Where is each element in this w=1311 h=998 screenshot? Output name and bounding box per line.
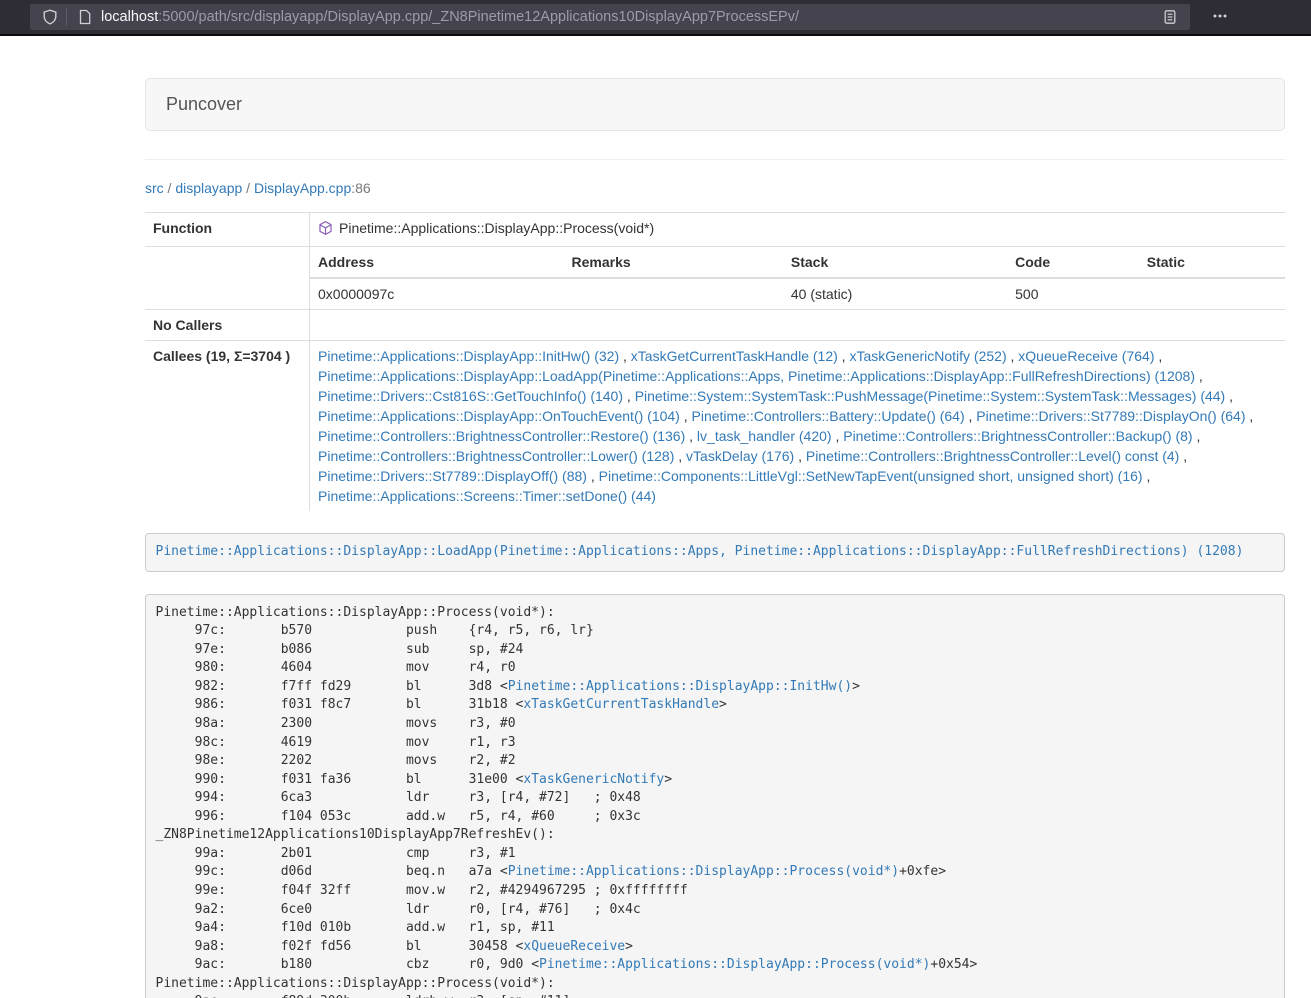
urlbar-divider [66, 8, 67, 26]
stats-value-address: 0x0000097c [310, 278, 564, 309]
function-row: Function Pinetime::Applications::Display… [145, 213, 1285, 247]
stats-value-static [1139, 278, 1285, 309]
stats-header-remarks: Remarks [564, 247, 783, 278]
callee-link[interactable]: Pinetime::Drivers::St7789::DisplayOn() (… [976, 408, 1245, 424]
stats-header-row: Address Remarks Stack Code Static [310, 247, 1285, 278]
symbol-cube-icon [318, 220, 333, 241]
asm-symbol-link[interactable]: xTaskGenericNotify [523, 772, 664, 787]
callee-link[interactable]: Pinetime::Controllers::BrightnessControl… [318, 428, 685, 444]
function-name: Pinetime::Applications::DisplayApp::Proc… [339, 220, 654, 236]
url-host: localhost [101, 9, 158, 25]
callee-link[interactable]: Pinetime::Controllers::BrightnessControl… [806, 448, 1179, 464]
function-cell: Pinetime::Applications::DisplayApp::Proc… [310, 213, 1286, 247]
callee-link[interactable]: Pinetime::System::SystemTask::PushMessag… [635, 388, 1226, 404]
callee-link[interactable]: Pinetime::Applications::DisplayApp::Load… [318, 368, 1195, 384]
breadcrumb-link[interactable]: src [145, 180, 164, 196]
breadcrumb-link[interactable]: DisplayApp.cpp [254, 180, 351, 196]
reader-mode-icon[interactable] [1160, 7, 1180, 27]
stats-value-row: 0x0000097c 40 (static) 500 [310, 278, 1285, 309]
callee-link[interactable]: Pinetime::Drivers::St7789::DisplayOff() … [318, 468, 587, 484]
asm-symbol-link[interactable]: Pinetime::Applications::DisplayApp::Proc… [539, 957, 930, 972]
browser-toolbar: localhost:5000/path/src/displayapp/Displ… [0, 0, 1311, 36]
shield-icon[interactable] [40, 7, 60, 27]
function-table: Function Pinetime::Applications::Display… [145, 212, 1285, 511]
stats-table: Address Remarks Stack Code Static 0x0000… [310, 247, 1285, 309]
page-icon[interactable] [75, 7, 95, 27]
function-row-label: Function [145, 213, 310, 247]
stats-cell: Address Remarks Stack Code Static 0x0000… [310, 247, 1286, 310]
breadcrumb: src / displayapp / DisplayApp.cpp:86 [145, 178, 1285, 198]
more-menu-button[interactable] [1202, 4, 1238, 30]
breadcrumb-separator: / [242, 180, 254, 196]
stats-row-label [145, 247, 310, 310]
asm-symbol-link[interactable]: xQueueReceive [523, 939, 625, 954]
callers-cell [310, 310, 1286, 341]
stats-header-stack: Stack [783, 247, 1007, 278]
asm-symbol-link[interactable]: Pinetime::Applications::DisplayApp::Proc… [508, 864, 899, 879]
callee-link[interactable]: Pinetime::Drivers::Cst816S::GetTouchInfo… [318, 388, 623, 404]
callee-link[interactable]: Pinetime::Controllers::BrightnessControl… [843, 428, 1192, 444]
page-title-panel: Puncover [145, 78, 1285, 131]
url-path: :5000/path/src/displayapp/DisplayApp.cpp… [158, 9, 799, 25]
breadcrumb-link[interactable]: displayapp [175, 180, 242, 196]
stats-value-remarks [564, 278, 783, 309]
asm-symbol-link[interactable]: Pinetime::Applications::DisplayApp::Init… [508, 679, 852, 694]
ellipsis-icon [1212, 8, 1228, 27]
callee-link[interactable]: Pinetime::Applications::DisplayApp::Init… [318, 348, 619, 364]
callee-link[interactable]: xTaskGenericNotify (252) [849, 348, 1006, 364]
callee-link[interactable]: vTaskDelay (176) [686, 448, 794, 464]
stats-header-static: Static [1139, 247, 1285, 278]
breadcrumb-line-number: :86 [351, 180, 370, 196]
callee-link[interactable]: Pinetime::Controllers::Battery::Update()… [692, 408, 965, 424]
page-container: Puncover src / displayapp / DisplayApp.c… [145, 78, 1285, 998]
callee-link[interactable]: xTaskGetCurrentTaskHandle (12) [631, 348, 838, 364]
callees-list: Pinetime::Applications::DisplayApp::Init… [310, 341, 1286, 512]
callee-link[interactable]: Pinetime::Applications::DisplayApp::OnTo… [318, 408, 680, 424]
callee-link[interactable]: xQueueReceive (764) [1018, 348, 1154, 364]
stats-row: Address Remarks Stack Code Static 0x0000… [145, 247, 1285, 310]
stats-header-code: Code [1007, 247, 1139, 278]
highlight-loadapp-link[interactable]: Pinetime::Applications::DisplayApp::Load… [156, 544, 1244, 559]
highlight-code-line: Pinetime::Applications::DisplayApp::Load… [145, 533, 1285, 572]
callee-link[interactable]: lv_task_handler (420) [697, 428, 832, 444]
stats-value-code: 500 [1007, 278, 1139, 309]
asm-symbol-link[interactable]: xTaskGetCurrentTaskHandle [523, 697, 719, 712]
callee-link[interactable]: Pinetime::Applications::Screens::Timer::… [318, 488, 656, 504]
callers-row: No Callers [145, 310, 1285, 341]
stats-value-stack: 40 (static) [783, 278, 1007, 309]
url-bar[interactable]: localhost:5000/path/src/displayapp/Displ… [30, 4, 1190, 30]
callers-row-label: No Callers [145, 310, 310, 341]
page-title: Puncover [166, 94, 242, 114]
callee-link[interactable]: Pinetime::Controllers::BrightnessControl… [318, 448, 674, 464]
divider-rule [145, 159, 1285, 160]
assembly-listing: Pinetime::Applications::DisplayApp::Proc… [145, 594, 1285, 998]
callees-row-label: Callees (19, Σ=3704 ) [145, 341, 310, 512]
breadcrumb-separator: / [164, 180, 176, 196]
callee-link[interactable]: Pinetime::Components::LittleVgl::SetNewT… [599, 468, 1143, 484]
url-text: localhost:5000/path/src/displayapp/Displ… [101, 9, 1160, 25]
stats-header-address: Address [310, 247, 564, 278]
callees-row: Callees (19, Σ=3704 ) Pinetime::Applicat… [145, 341, 1285, 512]
